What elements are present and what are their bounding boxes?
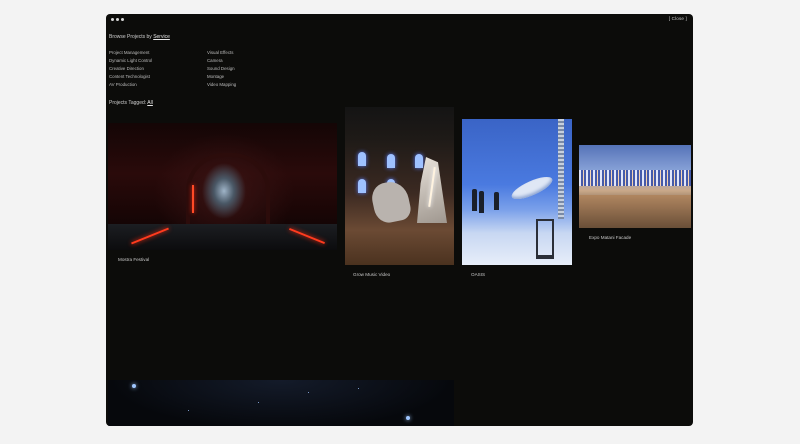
projects-panel: [ Close ] Browse Projects by Service Pro… <box>106 14 693 426</box>
project-title[interactable]: OASIS <box>471 272 485 277</box>
tag-all-link[interactable]: All <box>147 100 153 106</box>
service-item[interactable]: Video Mapping <box>207 81 236 89</box>
tagged-heading: Projects Tagged: All <box>109 100 153 106</box>
service-item[interactable]: Camera <box>207 57 236 65</box>
service-item[interactable]: Content Technologist <box>109 73 152 81</box>
service-item[interactable]: Montage <box>207 73 236 81</box>
project-thumbnail[interactable] <box>462 119 572 265</box>
service-item[interactable]: Creative Direction <box>109 65 152 73</box>
project-thumbnail[interactable] <box>108 380 454 426</box>
project-title[interactable]: Expo Matani Facade <box>589 235 631 240</box>
service-item[interactable]: Dynamic Light Control <box>109 57 152 65</box>
project-title[interactable]: Mostra Festival <box>118 257 149 262</box>
browse-heading: Browse Projects by Service <box>109 34 170 40</box>
service-item[interactable]: AV Production <box>109 81 152 89</box>
browse-prefix: Browse Projects by <box>109 34 152 40</box>
tagged-prefix: Projects Tagged: <box>109 100 147 106</box>
close-button[interactable]: [ Close ] <box>669 16 687 21</box>
menu-dots-icon[interactable] <box>111 18 124 21</box>
service-link[interactable]: Service <box>153 34 170 40</box>
project-title[interactable]: Grow Music Video <box>353 272 390 277</box>
project-thumbnail[interactable] <box>345 107 454 265</box>
service-item[interactable]: Project Management <box>109 49 152 57</box>
service-list-left: Project Management Dynamic Light Control… <box>109 49 152 89</box>
service-item[interactable]: Visual Effects <box>207 49 236 57</box>
service-list-right: Visual Effects Camera Sound Design Monta… <box>207 49 236 89</box>
service-item[interactable]: Sound Design <box>207 65 236 73</box>
project-thumbnail[interactable] <box>579 145 691 228</box>
project-thumbnail[interactable] <box>108 123 337 250</box>
